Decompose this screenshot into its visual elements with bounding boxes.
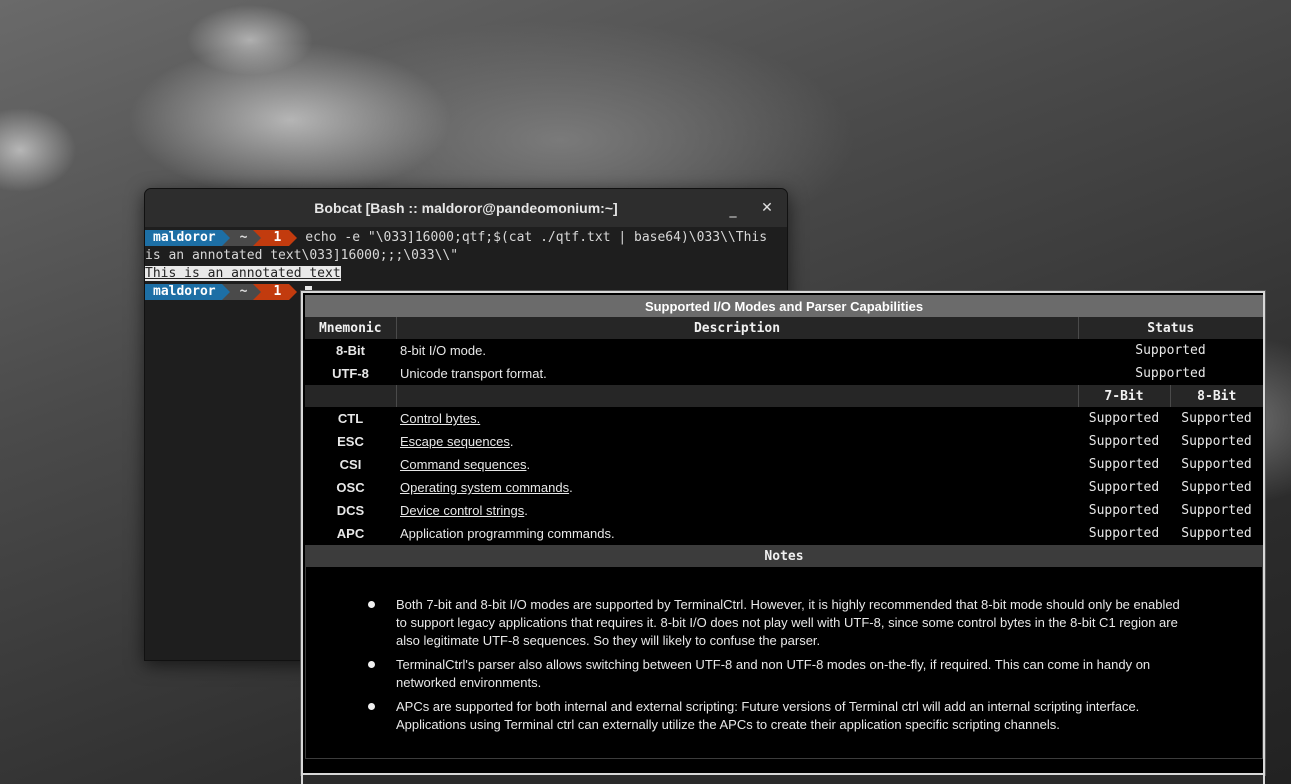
table-title: Supported I/O Modes and Parser Capabilit… — [305, 295, 1263, 317]
description-link[interactable]: Command sequences — [400, 457, 526, 472]
description-cell: Control bytes. — [396, 407, 1078, 430]
column-header-7bit: 7-Bit — [1078, 385, 1171, 407]
description-cell: Command sequences. — [396, 453, 1078, 476]
status-7bit-cell: Supported — [1088, 411, 1160, 426]
notes-section: Both 7-bit and 8-bit I/O modes are suppo… — [305, 565, 1263, 759]
mnemonic-cell: 8-Bit — [336, 343, 365, 358]
column-header-mnemonic: Mnemonic — [305, 317, 397, 339]
command-text: echo -e "\033]16000;qtf;$(cat ./qtf.txt … — [305, 230, 768, 245]
status-8bit-cell: Supported — [1181, 411, 1252, 426]
mnemonic-cell: OSC — [336, 480, 365, 495]
notes-heading: Notes — [305, 545, 1263, 567]
subheader-row: 7-Bit 8-Bit — [305, 385, 1263, 407]
popup-bottom-edge — [301, 775, 1265, 784]
prompt-separator-icon — [221, 230, 230, 246]
bullet-icon — [368, 661, 375, 668]
column-header-status: Status — [1078, 317, 1263, 339]
window-title: Bobcat [Bash :: maldoror@pandeomonium:~] — [314, 200, 618, 216]
prompt-separator-icon — [253, 230, 262, 246]
prompt-user: maldoror — [145, 284, 222, 300]
status-8bit-cell: Supported — [1181, 457, 1252, 472]
output-line: This is an annotated text — [145, 265, 787, 283]
bullet-icon — [368, 601, 375, 608]
list-item: Both 7-bit and 8-bit I/O modes are suppo… — [368, 596, 1188, 650]
table-row: APC Application programming commands. Su… — [305, 522, 1263, 545]
description-cell: Application programming commands. — [400, 526, 615, 541]
description-link[interactable]: Device control strings — [400, 503, 524, 518]
command-text-wrap: is an annotated text\033]16000;;;\033\\" — [145, 248, 459, 263]
status-cell: Supported — [1135, 343, 1206, 358]
prompt-dir: ~ — [229, 284, 254, 300]
description-suffix: . — [569, 480, 573, 495]
note-text: TerminalCtrl's parser also allows switch… — [396, 657, 1151, 690]
list-item: APCs are supported for both internal and… — [368, 698, 1188, 734]
description-cell: 8-bit I/O mode. — [400, 343, 486, 358]
description-cell: Operating system commands. — [396, 476, 1078, 499]
description-cell: Unicode transport format. — [400, 366, 547, 381]
status-7bit-cell: Supported — [1088, 526, 1160, 541]
table-row: DCS Device control strings. Supported Su… — [305, 499, 1263, 522]
bullet-icon — [368, 703, 375, 710]
status-8bit-cell: Supported — [1181, 526, 1252, 541]
status-8bit-cell: Supported — [1181, 480, 1252, 495]
prompt: maldoror ~1 — [145, 283, 298, 301]
terminal-console[interactable]: maldoror ~1 echo -e "\033]16000;qtf;$(cat … — [145, 227, 787, 301]
table-row: UTF-8 Unicode transport format. Supporte… — [305, 362, 1263, 385]
status-cell: Supported — [1135, 366, 1206, 381]
status-8bit-cell: Supported — [1181, 434, 1252, 449]
minimize-icon[interactable]: _ — [723, 200, 743, 220]
empty-cell — [305, 385, 397, 407]
column-header-description: Description — [396, 317, 1079, 339]
command-wrap-line: is an annotated text\033]16000;;;\033\\" — [145, 247, 787, 265]
table-row: CSI Command sequences. Supported Support… — [305, 453, 1263, 476]
close-icon[interactable]: ✕ — [757, 198, 777, 218]
empty-cell — [396, 385, 1079, 407]
annotation-popup[interactable]: Supported I/O Modes and Parser Capabilit… — [300, 290, 1266, 776]
prompt-separator-icon — [253, 284, 262, 300]
list-item: TerminalCtrl's parser also allows switch… — [368, 656, 1188, 692]
description-cell: Device control strings. — [396, 499, 1078, 522]
mnemonic-cell: APC — [336, 526, 365, 541]
status-7bit-cell: Supported — [1088, 434, 1160, 449]
mnemonic-cell: DCS — [336, 503, 365, 518]
description-link[interactable]: Escape sequences — [400, 434, 510, 449]
prompt-number: 1 — [261, 284, 290, 300]
prompt-dir: ~ — [229, 230, 254, 246]
description-link[interactable]: Operating system commands — [400, 480, 569, 495]
table-row: ESC Escape sequences. Supported Supporte… — [305, 430, 1263, 453]
table-row: CTL Control bytes. Supported Supported — [305, 407, 1263, 430]
prompt-separator-icon — [221, 284, 230, 300]
column-header-8bit: 8-Bit — [1170, 385, 1263, 407]
prompt-number: 1 — [261, 230, 290, 246]
table-row: 8-Bit 8-bit I/O mode. Supported — [305, 339, 1263, 362]
mnemonic-cell: ESC — [337, 434, 364, 449]
prompt-separator-icon — [289, 284, 298, 300]
description-suffix: . — [526, 457, 531, 472]
description-link[interactable]: Control bytes. — [400, 411, 480, 426]
prompt-user: maldoror — [145, 230, 222, 246]
status-7bit-cell: Supported — [1088, 503, 1160, 518]
command-line: maldoror ~1 echo -e "\033]16000;qtf;$(cat … — [145, 229, 787, 247]
table-row: OSC Operating system commands. Supported… — [305, 476, 1263, 499]
description-suffix: . — [509, 434, 514, 449]
status-8bit-cell: Supported — [1181, 503, 1252, 518]
mnemonic-cell: UTF-8 — [332, 366, 369, 381]
note-text: APCs are supported for both internal and… — [396, 699, 1140, 732]
capabilities-table: Supported I/O Modes and Parser Capabilit… — [305, 295, 1263, 567]
title-bar[interactable]: Bobcat [Bash :: maldoror@pandeomonium:~]… — [145, 189, 787, 227]
status-7bit-cell: Supported — [1088, 457, 1160, 472]
status-7bit-cell: Supported — [1088, 480, 1160, 495]
mnemonic-cell: CSI — [339, 457, 362, 472]
prompt: maldoror ~1 — [145, 229, 298, 247]
notes-list: Both 7-bit and 8-bit I/O modes are suppo… — [368, 596, 1188, 740]
annotated-text[interactable]: This is an annotated text — [145, 266, 341, 281]
note-text: Both 7-bit and 8-bit I/O modes are suppo… — [396, 597, 1180, 648]
description-cell: Escape sequences. — [396, 430, 1078, 453]
description-suffix: . — [524, 503, 528, 518]
mnemonic-cell: CTL — [337, 411, 364, 426]
